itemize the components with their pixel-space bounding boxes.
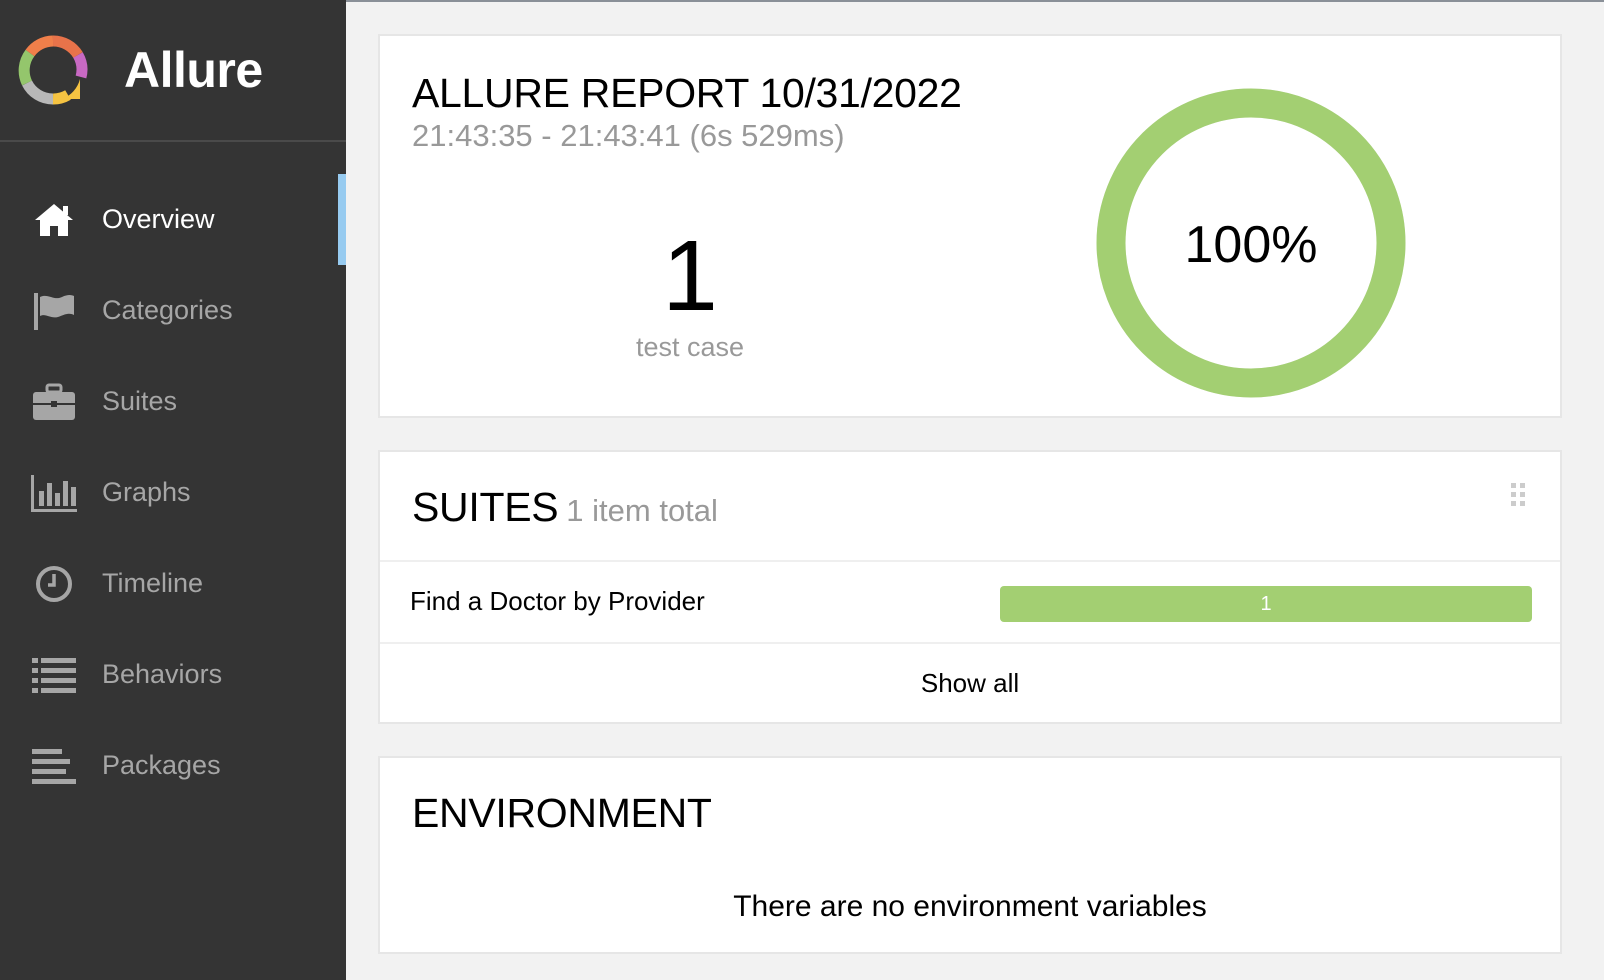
- sidebar: Allure Overview Categories Suites Graphs: [0, 0, 346, 980]
- briefcase-icon: [30, 380, 78, 424]
- flag-icon: [30, 289, 78, 333]
- nav-label-behaviors: Behaviors: [102, 659, 223, 689]
- sidebar-nav: Overview Categories Suites Graphs Timeli…: [0, 174, 346, 811]
- environment-widget: ENVIRONMENT There are no environment var…: [378, 756, 1562, 954]
- nav-item-behaviors[interactable]: Behaviors: [0, 629, 346, 720]
- nav-label-categories: Categories: [102, 295, 233, 325]
- environment-empty-message: There are no environment variables: [733, 890, 1207, 923]
- top-divider: [346, 0, 1604, 2]
- nav-label-overview: Overview: [102, 204, 215, 234]
- suites-widget: SUITES 1 item total Find a Doctor by Prov…: [378, 450, 1562, 724]
- environment-title: ENVIRONMENT: [412, 790, 712, 836]
- show-all-row: Show all: [380, 642, 1560, 724]
- bar-chart-icon: [30, 471, 78, 515]
- summary-widget: ALLURE REPORT 10/31/2022 21:43:35 - 21:4…: [378, 34, 1562, 418]
- pass-rate-donut: 100%: [1096, 88, 1406, 398]
- clock-icon: [30, 562, 78, 606]
- suite-passed-segment: 1: [1000, 586, 1532, 622]
- nav-label-suites: Suites: [102, 386, 178, 416]
- suite-name: Find a Doctor by Provider: [410, 586, 705, 616]
- report-title: ALLURE REPORT 10/31/2022: [412, 70, 962, 116]
- nav-label-packages: Packages: [102, 750, 221, 780]
- list-icon: [30, 653, 78, 697]
- suite-row[interactable]: Find a Doctor by Provider 1: [380, 560, 1560, 642]
- nav-item-packages[interactable]: Packages: [0, 720, 346, 811]
- nav-label-graphs: Graphs: [102, 477, 191, 507]
- allure-logo-icon: [18, 35, 88, 105]
- test-case-count-label: test case: [635, 332, 745, 362]
- align-left-icon: [30, 744, 78, 788]
- brand-name: Allure: [124, 42, 263, 98]
- report-time-range: 21:43:35 - 21:43:41 (6s 529ms): [412, 118, 845, 153]
- suites-subtitle: 1 item total: [566, 493, 718, 528]
- test-case-count: 1: [662, 220, 718, 332]
- nav-label-timeline: Timeline: [102, 568, 204, 598]
- nav-item-graphs[interactable]: Graphs: [0, 447, 346, 538]
- pass-rate-text: 100%: [1185, 216, 1318, 274]
- home-icon: [30, 198, 78, 242]
- suites-title: SUITES 1 item total: [412, 484, 718, 531]
- nav-item-suites[interactable]: Suites: [0, 356, 346, 447]
- nav-item-categories[interactable]: Categories: [0, 265, 346, 356]
- main-content: ALLURE REPORT 10/31/2022 21:43:35 - 21:4…: [346, 0, 1604, 980]
- suite-status-bar: 1: [1000, 586, 1532, 622]
- nav-item-overview[interactable]: Overview: [0, 174, 346, 265]
- suites-title-text: SUITES: [412, 484, 559, 530]
- brand-header[interactable]: Allure: [0, 0, 346, 142]
- drag-handle-icon[interactable]: [1510, 482, 1526, 508]
- nav-item-timeline[interactable]: Timeline: [0, 538, 346, 629]
- show-all-link[interactable]: Show all: [380, 668, 1560, 699]
